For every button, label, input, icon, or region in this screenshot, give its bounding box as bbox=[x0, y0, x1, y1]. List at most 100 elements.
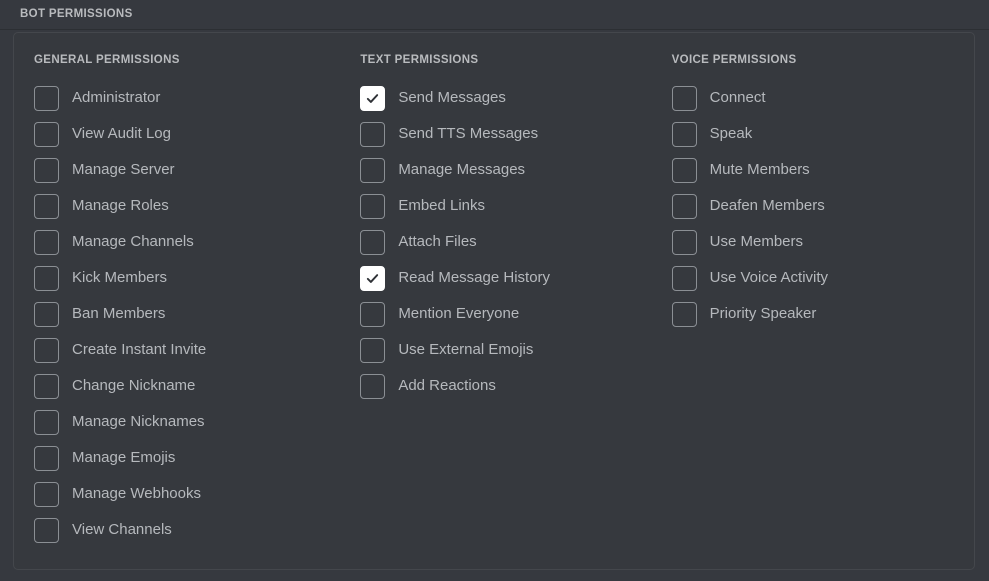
checkbox-view-channels[interactable] bbox=[34, 517, 59, 543]
permission-row-use-members[interactable]: Use Members bbox=[671, 224, 974, 260]
permission-row-kick-members[interactable]: Kick Members bbox=[34, 260, 346, 296]
permission-label: Manage Server bbox=[72, 161, 175, 178]
permission-row-manage-server[interactable]: Manage Server bbox=[34, 152, 346, 188]
permission-row-priority-speaker[interactable]: Priority Speaker bbox=[671, 296, 974, 332]
permission-label: Use External Emojis bbox=[398, 341, 534, 358]
permission-label: Manage Nicknames bbox=[72, 413, 205, 430]
permission-row-mute-members[interactable]: Mute Members bbox=[671, 152, 974, 188]
checkbox-manage-emojis[interactable] bbox=[34, 445, 59, 471]
permission-row-use-voice-activity[interactable]: Use Voice Activity bbox=[671, 260, 974, 296]
permissions-columns: GENERAL PERMISSIONS Administrator View Au… bbox=[14, 33, 974, 569]
permission-row-change-nickname[interactable]: Change Nickname bbox=[34, 368, 346, 404]
checkbox-priority-speaker[interactable] bbox=[671, 301, 697, 327]
permission-label: Manage Emojis bbox=[72, 449, 176, 466]
checkbox-change-nickname[interactable] bbox=[34, 373, 59, 399]
checkbox-manage-server[interactable] bbox=[34, 157, 59, 183]
checkbox-send-messages[interactable] bbox=[360, 85, 386, 111]
permission-row-embed-links[interactable]: Embed Links bbox=[360, 188, 657, 224]
permission-row-speak[interactable]: Speak bbox=[671, 116, 974, 152]
checkbox-add-reactions[interactable] bbox=[360, 373, 386, 399]
permission-row-attach-files[interactable]: Attach Files bbox=[360, 224, 657, 260]
permission-list-voice: Connect Speak Mute Members Deafen Members Us… bbox=[671, 80, 974, 332]
permission-label: Ban Members bbox=[72, 305, 166, 322]
permission-label: Priority Speaker bbox=[709, 305, 817, 322]
permission-label: Speak bbox=[709, 125, 753, 142]
column-header-text: TEXT PERMISSIONS bbox=[360, 54, 479, 66]
permission-row-manage-roles[interactable]: Manage Roles bbox=[34, 188, 346, 224]
checkbox-mute-members[interactable] bbox=[671, 157, 697, 183]
permission-row-manage-channels[interactable]: Manage Channels bbox=[34, 224, 346, 260]
checkbox-embed-links[interactable] bbox=[360, 193, 386, 219]
permission-label: Change Nickname bbox=[72, 377, 196, 394]
checkbox-manage-messages[interactable] bbox=[360, 157, 386, 183]
permission-label: Deafen Members bbox=[709, 197, 825, 214]
permission-label: Attach Files bbox=[398, 233, 477, 250]
permission-label: Manage Messages bbox=[398, 161, 526, 178]
permission-column-text: TEXT PERMISSIONS Send Messages Send TTS M… bbox=[346, 33, 657, 569]
permissions-panel: GENERAL PERMISSIONS Administrator View Au… bbox=[13, 32, 975, 570]
permission-row-manage-nicknames[interactable]: Manage Nicknames bbox=[34, 404, 346, 440]
checkbox-ban-members[interactable] bbox=[34, 301, 59, 327]
permission-label: Send Messages bbox=[398, 89, 506, 106]
checkbox-manage-webhooks[interactable] bbox=[34, 481, 59, 507]
checkbox-manage-nicknames[interactable] bbox=[34, 409, 59, 435]
column-header-voice: VOICE PERMISSIONS bbox=[671, 54, 797, 66]
permission-label: Read Message History bbox=[398, 269, 551, 286]
checkbox-deafen-members[interactable] bbox=[671, 193, 697, 219]
checkbox-use-voice-activity[interactable] bbox=[671, 265, 697, 291]
permission-label: Mention Everyone bbox=[398, 305, 520, 322]
permission-row-send-messages[interactable]: Send Messages bbox=[360, 80, 657, 116]
permission-column-voice: VOICE PERMISSIONS Connect Speak Mute Membe… bbox=[658, 33, 974, 569]
permission-row-mention-everyone[interactable]: Mention Everyone bbox=[360, 296, 657, 332]
column-header-general: GENERAL PERMISSIONS bbox=[34, 54, 180, 66]
permission-label: Administrator bbox=[72, 89, 161, 106]
permission-row-manage-webhooks[interactable]: Manage Webhooks bbox=[34, 476, 346, 512]
permission-label: Create Instant Invite bbox=[72, 341, 207, 358]
permission-row-view-audit-log[interactable]: View Audit Log bbox=[34, 116, 346, 152]
permission-label: Mute Members bbox=[709, 161, 810, 178]
checkbox-send-tts-messages[interactable] bbox=[360, 121, 386, 147]
permission-label: Manage Channels bbox=[72, 233, 194, 250]
permission-label: View Audit Log bbox=[72, 125, 171, 142]
permission-label: Send TTS Messages bbox=[398, 125, 539, 142]
bot-permissions-screen: BOT PERMISSIONS GENERAL PERMISSIONS Admi… bbox=[0, 0, 989, 581]
permission-label: Use Voice Activity bbox=[709, 269, 829, 286]
permission-label: Manage Webhooks bbox=[72, 485, 201, 502]
permission-row-administrator[interactable]: Administrator bbox=[34, 80, 346, 116]
checkbox-administrator[interactable] bbox=[34, 85, 59, 111]
permission-label: Connect bbox=[709, 89, 766, 106]
checkbox-mention-everyone[interactable] bbox=[360, 301, 386, 327]
permission-row-add-reactions[interactable]: Add Reactions bbox=[360, 368, 657, 404]
permission-label: Use Members bbox=[709, 233, 804, 250]
page-title: BOT PERMISSIONS bbox=[20, 8, 133, 20]
checkbox-kick-members[interactable] bbox=[34, 265, 59, 291]
permission-row-create-instant-invite[interactable]: Create Instant Invite bbox=[34, 332, 346, 368]
permission-row-manage-messages[interactable]: Manage Messages bbox=[360, 152, 657, 188]
permission-row-connect[interactable]: Connect bbox=[671, 80, 974, 116]
checkbox-manage-channels[interactable] bbox=[34, 229, 59, 255]
checkbox-read-message-history[interactable] bbox=[360, 265, 386, 291]
permission-row-view-channels[interactable]: View Channels bbox=[34, 512, 346, 548]
checkbox-view-audit-log[interactable] bbox=[34, 121, 59, 147]
page-header: BOT PERMISSIONS bbox=[0, 0, 989, 30]
permission-list-text: Send Messages Send TTS Messages Manage Mes… bbox=[360, 80, 657, 404]
checkbox-speak[interactable] bbox=[671, 121, 697, 147]
permission-column-general: GENERAL PERMISSIONS Administrator View Au… bbox=[14, 33, 346, 569]
permission-label: Manage Roles bbox=[72, 197, 169, 214]
permission-row-ban-members[interactable]: Ban Members bbox=[34, 296, 346, 332]
checkbox-connect[interactable] bbox=[671, 85, 697, 111]
checkbox-use-members[interactable] bbox=[671, 229, 697, 255]
permission-row-send-tts-messages[interactable]: Send TTS Messages bbox=[360, 116, 657, 152]
checkbox-use-external-emojis[interactable] bbox=[360, 337, 386, 363]
permission-row-deafen-members[interactable]: Deafen Members bbox=[671, 188, 974, 224]
permission-row-read-message-history[interactable]: Read Message History bbox=[360, 260, 657, 296]
checkbox-attach-files[interactable] bbox=[360, 229, 386, 255]
permission-label: Add Reactions bbox=[398, 377, 496, 394]
permission-label: Kick Members bbox=[72, 269, 168, 286]
checkbox-manage-roles[interactable] bbox=[34, 193, 59, 219]
permission-row-manage-emojis[interactable]: Manage Emojis bbox=[34, 440, 346, 476]
checkbox-create-instant-invite[interactable] bbox=[34, 337, 59, 363]
permission-label: Embed Links bbox=[398, 197, 486, 214]
permission-label: View Channels bbox=[72, 521, 172, 538]
permission-row-use-external-emojis[interactable]: Use External Emojis bbox=[360, 332, 657, 368]
